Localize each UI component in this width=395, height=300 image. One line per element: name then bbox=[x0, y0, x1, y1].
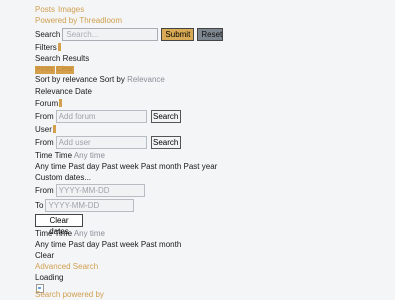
custom-dates-option[interactable]: Custom dates... bbox=[35, 173, 395, 183]
sort-options[interactable]: Relevance Date bbox=[35, 87, 395, 97]
search-results-heading: Search Results bbox=[35, 54, 90, 63]
search-label: Search bbox=[35, 29, 61, 39]
tab-posts[interactable]: Posts bbox=[35, 5, 55, 14]
reset-button[interactable]: Reset bbox=[197, 28, 224, 41]
date-from-row: From bbox=[35, 183, 395, 198]
date-to-row: To bbox=[35, 198, 395, 213]
time-filter-toggle[interactable]: Time Time Any time bbox=[35, 151, 395, 161]
sort-text: Sort by relevance bbox=[35, 75, 98, 84]
time-filter-toggle-secondary[interactable]: Time Time Any time bbox=[35, 229, 395, 239]
clear-dates-button[interactable]: Clear dates bbox=[35, 214, 83, 236]
time-options-secondary[interactable]: Any time Past day Past week Past month bbox=[35, 240, 395, 250]
search-input[interactable] bbox=[62, 28, 159, 41]
pill-posts[interactable]: Posts bbox=[35, 66, 55, 74]
tab-images[interactable]: Images bbox=[58, 5, 84, 14]
filters-label: Filters bbox=[35, 43, 57, 52]
filters-indicator-icon bbox=[57, 43, 61, 51]
forum-from-label: From bbox=[35, 111, 54, 121]
sort-current-value: Relevance bbox=[127, 75, 165, 84]
date-from-input[interactable] bbox=[55, 184, 145, 197]
filters-toggle[interactable]: Filters bbox=[35, 43, 395, 53]
forum-filter-toggle[interactable]: Forum bbox=[35, 99, 395, 109]
sort-by-label: Sort by bbox=[99, 75, 125, 84]
date-from-label: From bbox=[35, 185, 54, 195]
time-clear-link[interactable]: Clear bbox=[35, 251, 395, 261]
time-current-value: Any time bbox=[73, 151, 105, 160]
powered-by: Powered by Threadloom bbox=[35, 16, 395, 26]
brand-link[interactable]: Threadloom bbox=[79, 16, 122, 25]
submit-button[interactable]: Submit bbox=[161, 28, 195, 41]
user-input[interactable] bbox=[55, 136, 147, 149]
user-search-button[interactable]: Search bbox=[150, 136, 181, 149]
tab-bar: Posts Images bbox=[35, 5, 395, 15]
user-label: User bbox=[35, 125, 52, 134]
time-label-secondary: Time bbox=[35, 229, 53, 238]
time-inner-label: Time bbox=[54, 151, 73, 160]
search-widget: Posts Images Powered by Threadloom Search… bbox=[0, 0, 395, 299]
forum-label: Forum bbox=[35, 99, 59, 108]
user-filter-row: From Search bbox=[35, 135, 395, 150]
sort-row[interactable]: Sort by relevance Sort by Relevance bbox=[35, 75, 395, 85]
advanced-search-link[interactable]: Advanced Search bbox=[35, 262, 395, 272]
time-options[interactable]: Any time Past day Past week Past month P… bbox=[35, 162, 395, 172]
forum-search-button[interactable]: Search bbox=[150, 110, 181, 123]
user-indicator-icon bbox=[52, 125, 56, 133]
active-filter-pills: Posts Clear bbox=[35, 64, 395, 74]
time-inner-label-secondary: Time bbox=[54, 229, 73, 238]
time-label: Time bbox=[35, 151, 53, 160]
search-bar: Search Submit Reset bbox=[35, 27, 395, 42]
user-from-label: From bbox=[35, 137, 54, 147]
loading-text: Loading bbox=[35, 273, 64, 282]
powered-by-label: Powered by bbox=[35, 16, 78, 25]
search-powered-by-footer: Search powered by bbox=[35, 290, 104, 299]
time-current-value-secondary: Any time bbox=[73, 229, 105, 238]
user-filter-toggle[interactable]: User bbox=[35, 125, 395, 135]
date-to-label: To bbox=[35, 200, 44, 210]
pill-clear[interactable]: Clear bbox=[55, 66, 75, 74]
forum-filter-row: From Search bbox=[35, 109, 395, 124]
forum-indicator-icon bbox=[59, 99, 63, 107]
clear-dates-row: Clear dates bbox=[35, 213, 395, 236]
date-to-input[interactable] bbox=[45, 199, 135, 212]
forum-input[interactable] bbox=[55, 110, 147, 123]
